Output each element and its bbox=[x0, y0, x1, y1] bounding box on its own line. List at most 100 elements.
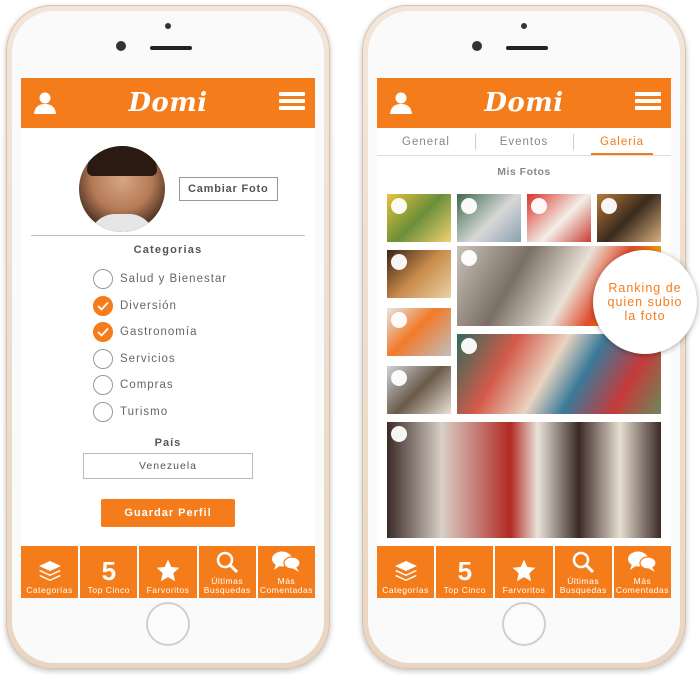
checkmark-icon[interactable] bbox=[93, 295, 113, 316]
tab-galeria[interactable]: Galeria bbox=[573, 128, 671, 155]
select-photo-radio[interactable] bbox=[461, 338, 477, 354]
radio-button[interactable] bbox=[93, 269, 113, 290]
photo-thumbnail[interactable] bbox=[457, 194, 521, 242]
top-five-number: 5 bbox=[102, 556, 116, 586]
star-icon bbox=[155, 556, 181, 586]
nav-label-line: Top Cinco bbox=[87, 585, 130, 595]
categories-list: Salud y Bienestar Diversión Gastronomía Ser… bbox=[21, 266, 315, 425]
front-camera bbox=[116, 41, 126, 51]
nav-item-2[interactable]: Farvoritos bbox=[139, 546, 197, 598]
user-icon[interactable] bbox=[389, 92, 413, 114]
avatar bbox=[79, 145, 165, 232]
select-photo-radio[interactable] bbox=[601, 198, 617, 214]
star-icon bbox=[511, 556, 537, 586]
select-photo-radio[interactable] bbox=[461, 250, 477, 266]
ranking-callout: Ranking de quien subio la foto bbox=[593, 250, 697, 354]
nav-item-1[interactable]: 5 Top Cinco bbox=[436, 546, 494, 598]
photo-thumbnail[interactable] bbox=[527, 194, 591, 242]
country-label: País bbox=[154, 437, 182, 449]
nav-item-4[interactable]: Más Comentadas bbox=[257, 546, 315, 598]
category-option[interactable]: Servicios bbox=[93, 346, 315, 373]
nav-label: Top Cinco bbox=[88, 586, 130, 595]
search-icon bbox=[571, 547, 595, 577]
select-photo-radio[interactable] bbox=[531, 198, 547, 214]
category-option[interactable]: Compras bbox=[93, 372, 315, 399]
category-label: Gastronomía bbox=[120, 326, 198, 339]
nav-label: Categorías bbox=[382, 586, 429, 595]
select-photo-radio[interactable] bbox=[391, 426, 407, 442]
hamburger-menu-icon[interactable] bbox=[279, 92, 305, 114]
photo-thumbnail[interactable] bbox=[387, 250, 451, 298]
home-button[interactable] bbox=[502, 602, 546, 646]
category-option[interactable]: Turismo bbox=[93, 399, 315, 426]
profile-photo-section: Cambiar Foto bbox=[31, 128, 305, 236]
photo-thumbnail[interactable] bbox=[387, 366, 451, 414]
nav-label-line: Farvoritos bbox=[502, 585, 546, 595]
photo-thumbnail[interactable] bbox=[387, 422, 661, 538]
country-field[interactable]: Venezuela bbox=[83, 453, 253, 479]
nav-label-line: Categorías bbox=[382, 585, 429, 595]
earpiece-speaker bbox=[506, 46, 548, 50]
nav-item-3[interactable]: Últimas Busquedas bbox=[198, 546, 256, 598]
category-option[interactable]: Salud y Bienestar bbox=[93, 266, 315, 293]
top-five-number: 5 bbox=[457, 556, 473, 586]
nav-label-line: Busquedas bbox=[559, 585, 607, 595]
nav-label-line: Top Cinco bbox=[443, 585, 486, 595]
change-photo-button[interactable]: Cambiar Foto bbox=[179, 176, 278, 201]
nav-item-2[interactable]: Farvoritos bbox=[495, 546, 553, 598]
nav-label: Más Comentadas bbox=[260, 577, 313, 595]
checkmark-icon[interactable] bbox=[93, 322, 113, 343]
chat-bubbles-icon bbox=[271, 547, 302, 577]
radio-button[interactable] bbox=[93, 348, 113, 369]
profile-screen: Domi Cambiar Foto Categorias Salud y Bie… bbox=[21, 78, 315, 598]
nav-label: Categorías bbox=[26, 586, 73, 595]
save-profile-button[interactable]: Guardar Perfil bbox=[101, 499, 235, 527]
nav-label: Últimas Busquedas bbox=[560, 577, 607, 595]
nav-label-line: Farvoritos bbox=[146, 585, 190, 595]
select-photo-radio[interactable] bbox=[391, 254, 407, 270]
nav-item-0[interactable]: Categorías bbox=[21, 546, 79, 598]
search-icon bbox=[215, 547, 239, 577]
nav-label-line: Comentadas bbox=[615, 585, 670, 595]
nav-label-line: Categorías bbox=[26, 585, 73, 595]
top-five-number: 5 bbox=[458, 556, 472, 586]
select-photo-radio[interactable] bbox=[391, 312, 407, 328]
layers-icon bbox=[38, 556, 62, 586]
hamburger-menu-icon[interactable] bbox=[635, 92, 661, 114]
nav-item-3[interactable]: Últimas Busquedas bbox=[554, 546, 612, 598]
nav-label: Últimas Busquedas bbox=[204, 577, 251, 595]
category-label: Turismo bbox=[120, 405, 169, 418]
chat-bubbles-icon bbox=[627, 547, 658, 577]
home-button[interactable] bbox=[146, 602, 190, 646]
category-label: Servicios bbox=[120, 352, 176, 365]
nav-item-0[interactable]: Categorías bbox=[377, 546, 435, 598]
category-option[interactable]: Diversión bbox=[93, 293, 315, 320]
photo-thumbnail[interactable] bbox=[387, 308, 451, 356]
category-label: Salud y Bienestar bbox=[120, 273, 228, 286]
earpiece-speaker bbox=[150, 46, 192, 50]
categories-title: Categorias bbox=[133, 244, 203, 256]
nav-label-line: Comentadas bbox=[259, 585, 314, 595]
front-sensor bbox=[165, 23, 171, 29]
select-photo-radio[interactable] bbox=[391, 198, 407, 214]
app-logo: Domi bbox=[484, 88, 564, 118]
tab-eventos[interactable]: Eventos bbox=[475, 128, 573, 155]
category-label: Diversión bbox=[120, 299, 177, 312]
nav-item-4[interactable]: Más Comentadas bbox=[613, 546, 671, 598]
select-photo-radio[interactable] bbox=[461, 198, 477, 214]
photo-thumbnail[interactable] bbox=[387, 194, 451, 242]
user-icon[interactable] bbox=[33, 92, 57, 114]
category-option[interactable]: Gastronomía bbox=[93, 319, 315, 346]
layers-icon bbox=[394, 556, 418, 586]
tab-general[interactable]: General bbox=[377, 128, 475, 155]
select-photo-radio[interactable] bbox=[391, 370, 407, 386]
top-five-number: 5 bbox=[101, 556, 117, 586]
photo-thumbnail[interactable] bbox=[597, 194, 661, 242]
nav-item-1[interactable]: 5 Top Cinco bbox=[80, 546, 138, 598]
app-logo: Domi bbox=[128, 88, 208, 118]
radio-button[interactable] bbox=[93, 401, 113, 422]
front-sensor bbox=[521, 23, 527, 29]
front-camera bbox=[472, 41, 482, 51]
radio-button[interactable] bbox=[93, 375, 113, 396]
nav-label-line: Busquedas bbox=[203, 585, 251, 595]
